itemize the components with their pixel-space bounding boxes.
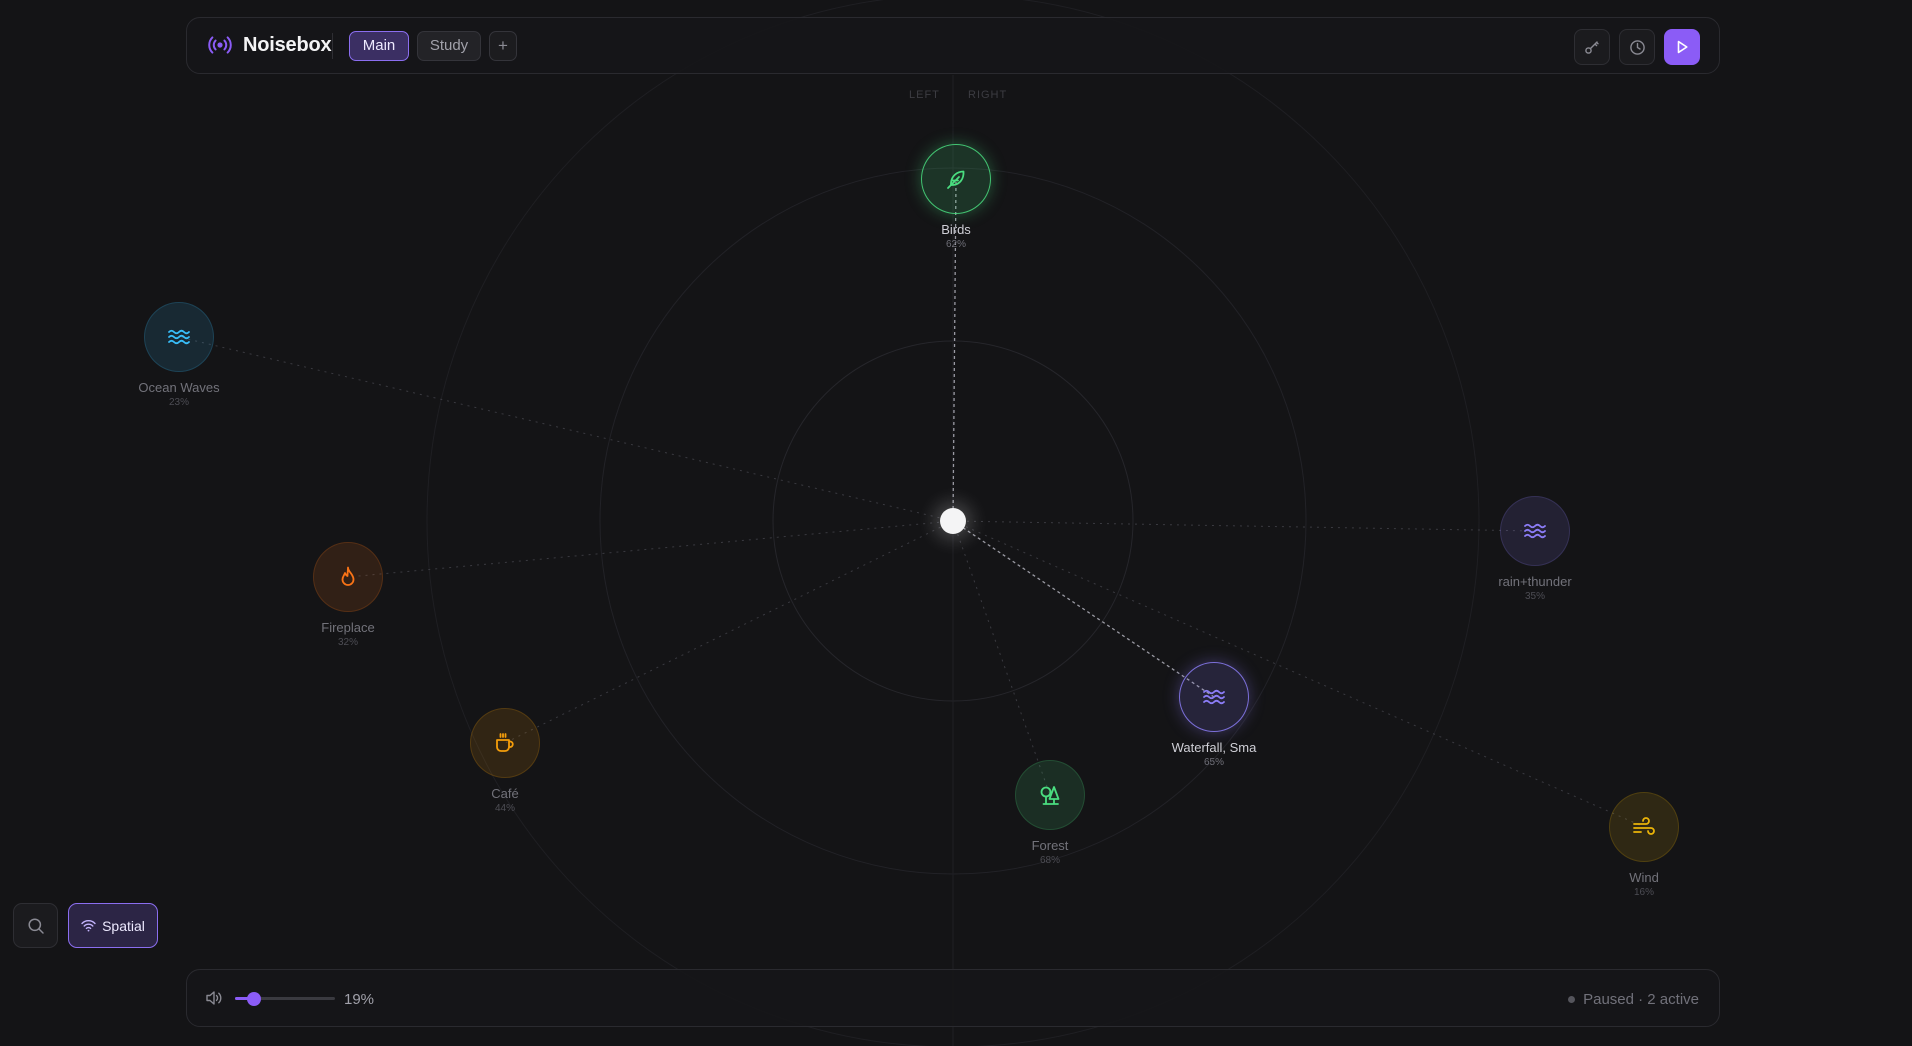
sound-bubble[interactable] xyxy=(1179,662,1249,732)
sound-node-rain-thunder[interactable]: rain+thunder 35% xyxy=(1455,496,1615,602)
sound-bubble[interactable] xyxy=(1500,496,1570,566)
connection-line xyxy=(952,520,1536,532)
flame-icon xyxy=(341,566,355,586)
status-dot xyxy=(1568,996,1576,1003)
sound-node-forest[interactable]: Forest 68% xyxy=(970,760,1130,866)
sound-bubble[interactable] xyxy=(1609,792,1679,862)
waves-icon xyxy=(1203,689,1225,705)
sound-node-ocean-waves[interactable]: Ocean Waves 23% xyxy=(99,302,259,408)
sound-node-waterfall[interactable]: Waterfall, Sma 65% xyxy=(1134,662,1294,768)
stereo-left-label: LEFT xyxy=(909,89,940,101)
sound-volume: 68% xyxy=(1039,855,1060,866)
key-icon xyxy=(1585,41,1599,54)
trees-icon xyxy=(1040,786,1060,805)
radio-icon xyxy=(208,36,232,54)
tab-study[interactable]: Study xyxy=(417,31,481,61)
sound-name: Wind xyxy=(1629,870,1659,885)
sound-name: Waterfall, Sma xyxy=(1171,740,1257,755)
listener-handle[interactable] xyxy=(940,508,966,534)
sound-bubble[interactable] xyxy=(313,542,383,612)
sound-bubble[interactable] xyxy=(1015,760,1085,830)
master-volume-slider[interactable] xyxy=(235,992,335,1006)
connection-line xyxy=(952,520,1051,796)
coffee-icon xyxy=(496,733,514,752)
wind-icon xyxy=(1633,817,1655,835)
sound-name: Forest xyxy=(1031,838,1069,853)
add-tab-button[interactable]: + xyxy=(489,31,517,61)
divider xyxy=(332,33,333,59)
top-bar: Noisebox Main Study + xyxy=(186,17,1720,74)
sound-volume: 23% xyxy=(168,397,189,408)
sound-name: Ocean Waves xyxy=(138,380,220,395)
sound-volume: 44% xyxy=(494,803,515,814)
sound-name: Birds xyxy=(941,222,971,237)
sound-name: rain+thunder xyxy=(1498,574,1572,589)
playback-status: Paused · 2 active xyxy=(1568,991,1699,1008)
sound-volume: 62% xyxy=(945,239,966,250)
timer-button[interactable] xyxy=(1619,29,1655,65)
volume-icon[interactable] xyxy=(205,990,223,1006)
sound-name: Café xyxy=(491,786,519,801)
sound-volume: 32% xyxy=(337,637,358,648)
sound-volume: 16% xyxy=(1633,887,1654,898)
feather-icon xyxy=(947,170,965,189)
sound-bubble[interactable] xyxy=(470,708,540,778)
sound-node-birds[interactable]: Birds 62% xyxy=(876,144,1036,250)
spatial-toggle[interactable]: Spatial xyxy=(68,903,158,948)
status-text: Paused · 2 active xyxy=(1583,991,1699,1008)
connection-line xyxy=(347,520,954,578)
app-root: Noisebox Main Study + LEFT RIGHT Birds 6… xyxy=(0,0,1912,1046)
play-icon xyxy=(1677,40,1688,54)
search-button[interactable] xyxy=(13,903,58,948)
waves-icon xyxy=(168,329,190,345)
volume-value: 19% xyxy=(344,991,375,1008)
sound-node-wind[interactable]: Wind 16% xyxy=(1564,792,1724,898)
bottom-bar: 19% Paused · 2 active xyxy=(186,969,1720,1027)
app-title: Noisebox xyxy=(243,33,332,56)
tab-main[interactable]: Main xyxy=(349,31,409,61)
waves-icon xyxy=(1524,523,1546,539)
wifi-icon xyxy=(81,920,96,932)
sound-node-cafe[interactable]: Café 44% xyxy=(425,708,585,814)
sound-bubble[interactable] xyxy=(921,144,991,214)
play-button[interactable] xyxy=(1664,29,1700,65)
spatial-label: Spatial xyxy=(102,917,145,934)
sound-node-fireplace[interactable]: Fireplace 32% xyxy=(268,542,428,648)
brand: Noisebox xyxy=(207,32,332,58)
search-icon xyxy=(27,917,44,934)
connection-line xyxy=(178,336,954,522)
key-button[interactable] xyxy=(1574,29,1610,65)
sound-name: Fireplace xyxy=(321,620,375,635)
stereo-right-label: RIGHT xyxy=(968,89,1008,101)
clock-icon xyxy=(1629,39,1645,55)
sound-volume: 65% xyxy=(1203,757,1224,768)
sound-bubble[interactable] xyxy=(144,302,214,372)
slider-thumb[interactable] xyxy=(247,992,261,1006)
sound-volume: 35% xyxy=(1524,591,1545,602)
